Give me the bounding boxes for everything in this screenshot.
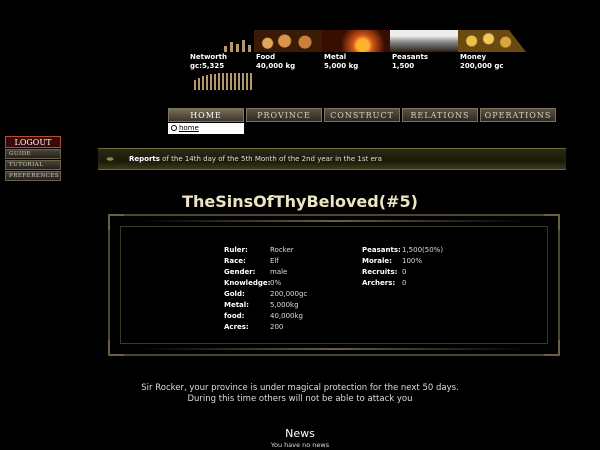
stat-key: food: — [224, 312, 245, 320]
stat-value: 0 — [402, 279, 407, 287]
logout-button[interactable]: LOGOUT — [5, 136, 61, 148]
stat-key: Race: — [224, 257, 246, 265]
stat-value: Elf — [270, 257, 279, 265]
resource-value: 40,000 kg — [256, 62, 296, 70]
stat-key: Morale: — [362, 257, 392, 265]
stat-value: male — [270, 268, 288, 276]
resource-value: 5,000 kg — [324, 62, 359, 70]
stat-row: Metal: 5,000kg — [224, 300, 307, 311]
stat-row: Acres: 200 — [224, 322, 307, 333]
resource-banner: Networth gc:5,325 Food 40,000 kg Metal 5… — [186, 30, 526, 90]
stat-value: 0 — [402, 268, 407, 276]
report-bar: Reports of the 14th day of the 5th Month… — [98, 148, 566, 170]
left-menu: GUIDE TUTORIAL PREFERENCES — [5, 149, 61, 182]
food-image — [254, 30, 322, 52]
menu-guide[interactable]: GUIDE — [5, 149, 61, 159]
tab-home[interactable]: HOME — [168, 108, 244, 122]
resource-label: Peasants — [392, 53, 428, 61]
province-title: TheSinsOfThyBeloved(#5) — [182, 192, 418, 211]
stat-key: Peasants: — [362, 246, 401, 254]
resource-label: Food — [256, 53, 276, 61]
protection-line-2: During this time others will not be able… — [187, 394, 413, 404]
stat-key: Metal: — [224, 301, 249, 309]
tab-operations[interactable]: OPERATIONS — [480, 108, 556, 122]
subnav-home-link[interactable]: home — [179, 124, 199, 132]
stat-value: 100% — [402, 257, 423, 265]
resource-label: Metal — [324, 53, 347, 61]
stat-key: Knowledge: — [224, 279, 271, 287]
stat-row: Gold: 200,000gc — [224, 289, 307, 300]
resource-value: 200,000 gc — [460, 62, 504, 70]
networth-graph — [186, 30, 254, 52]
report-text: Reports of the 14th day of the 5th Month… — [129, 155, 382, 163]
resource-food: Food 40,000 kg — [256, 53, 324, 71]
stat-key: Recruits: — [362, 268, 398, 276]
stat-row: Gender: male — [224, 267, 307, 278]
menu-tutorial[interactable]: TUTORIAL — [5, 160, 61, 170]
resource-label: Networth — [190, 53, 228, 61]
stat-row: food: 40,000kg — [224, 311, 307, 322]
menu-preferences[interactable]: PREFERENCES — [5, 171, 61, 181]
stat-value: 5,000kg — [270, 301, 299, 309]
stat-row: Morale: 100% — [362, 256, 443, 267]
news-heading: News — [285, 427, 315, 440]
stat-row: Ruler: Rocker — [224, 245, 307, 256]
stat-value: 40,000kg — [270, 312, 303, 320]
stat-key: Ruler: — [224, 246, 248, 254]
tab-relations[interactable]: RELATIONS — [402, 108, 478, 122]
stat-key: Gold: — [224, 290, 245, 298]
resource-value: gc:5,325 — [190, 62, 225, 70]
tab-province[interactable]: PROVINCE — [246, 108, 322, 122]
networth-history-graph — [186, 71, 254, 90]
main-nav: HOME PROVINCE CONSTRUCT RELATIONS OPERAT… — [168, 108, 556, 122]
peasants-image — [390, 30, 458, 52]
protection-message: Sir Rocker, your province is under magic… — [0, 383, 600, 405]
stat-row: Race: Elf — [224, 256, 307, 267]
province-stats-left: Ruler: Rocker Race: Elf Gender: male Knowle… — [224, 245, 307, 333]
report-date: of the 14th day of the 5th Month of the … — [162, 155, 382, 163]
news-empty-text: You have no news — [270, 441, 330, 449]
money-image — [458, 30, 526, 52]
stat-value: 200,000gc — [270, 290, 308, 298]
province-info-frame — [108, 214, 560, 356]
resource-networth: Networth gc:5,325 — [190, 53, 258, 71]
stat-key: Gender: — [224, 268, 256, 276]
stat-row: Peasants: 1,500(50%) — [362, 245, 443, 256]
leaf-ornament-icon — [98, 153, 122, 165]
resource-value: 1,500 — [392, 62, 415, 70]
protection-line-1: Sir Rocker, your province is under magic… — [141, 383, 459, 393]
report-label: Reports — [129, 155, 160, 163]
metal-image — [322, 30, 390, 52]
stat-value: Rocker — [270, 246, 294, 254]
stat-key: Archers: — [362, 279, 396, 287]
resource-metal: Metal 5,000 kg — [324, 53, 392, 71]
stat-row: Archers: 0 — [362, 278, 443, 289]
province-stats-right: Peasants: 1,500(50%) Morale: 100% Recruits… — [362, 245, 443, 289]
resource-label: Money — [460, 53, 487, 61]
subnav: home — [168, 123, 244, 134]
stat-row: Recruits: 0 — [362, 267, 443, 278]
stat-row: Knowledge: 0% — [224, 278, 307, 289]
resource-peasants: Peasants 1,500 — [392, 53, 460, 71]
resource-money: Money 200,000 gc — [460, 53, 528, 71]
stat-key: Acres: — [224, 323, 249, 331]
stat-value: 0% — [270, 279, 282, 287]
stat-value: 200 — [270, 323, 284, 331]
tab-construct[interactable]: CONSTRUCT — [324, 108, 400, 122]
radio-icon — [171, 125, 177, 131]
stat-value: 1,500(50%) — [402, 246, 444, 254]
